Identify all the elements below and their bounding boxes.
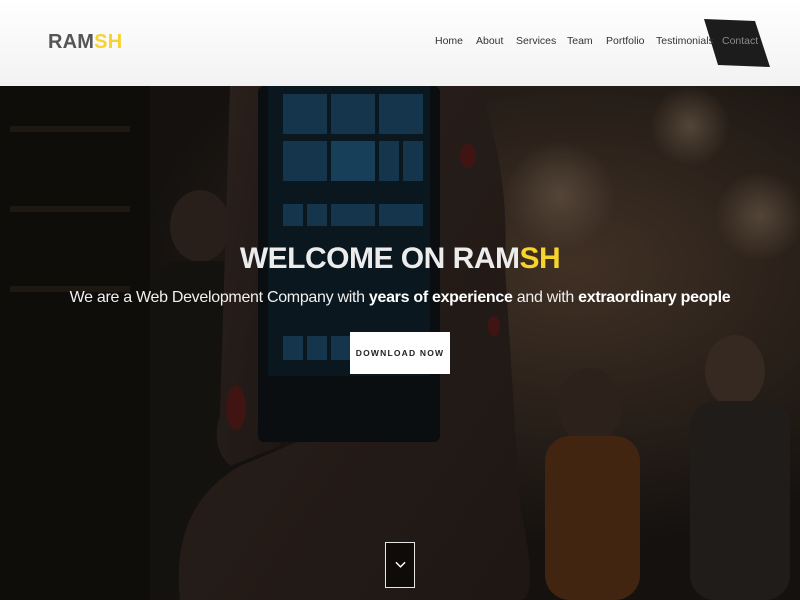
download-button[interactable]: DOWNLOAD NOW	[350, 332, 450, 374]
nav-portfolio[interactable]: Portfolio	[606, 34, 645, 48]
nav-team[interactable]: Team	[567, 34, 593, 48]
main-nav: Home About Services Team Portfolio Testi…	[0, 34, 800, 50]
tagline-text-1: We are a Web Development Company with	[69, 289, 365, 306]
tagline-bold-1: years of experience	[368, 289, 513, 306]
hero-section: WELCOME ON RAMSH We are a Web Developmen…	[0, 86, 800, 600]
headline-prefix: WELCOME ON	[239, 242, 446, 275]
nav-about[interactable]: About	[476, 34, 503, 48]
nav-services[interactable]: Services	[516, 34, 556, 48]
chevron-down-icon	[394, 561, 406, 568]
headline-brand-accent: SH	[519, 242, 561, 275]
tagline-bold-2: extraordinary people	[578, 289, 731, 306]
scroll-down-button[interactable]	[385, 542, 415, 588]
nav-contact[interactable]: Contact	[722, 34, 758, 48]
nav-testimonials[interactable]: Testimonials	[656, 34, 714, 48]
site-header: RAM SH Home About Services Team Portfolio…	[0, 0, 800, 86]
hero-tagline: We are a Web Development Company with ye…	[0, 288, 800, 308]
tagline-text-2: and with	[516, 289, 575, 306]
nav-home[interactable]: Home	[435, 34, 463, 48]
hero-headline: WELCOME ON RAMSH	[0, 241, 800, 277]
headline-brand-primary: RAM	[452, 242, 520, 275]
